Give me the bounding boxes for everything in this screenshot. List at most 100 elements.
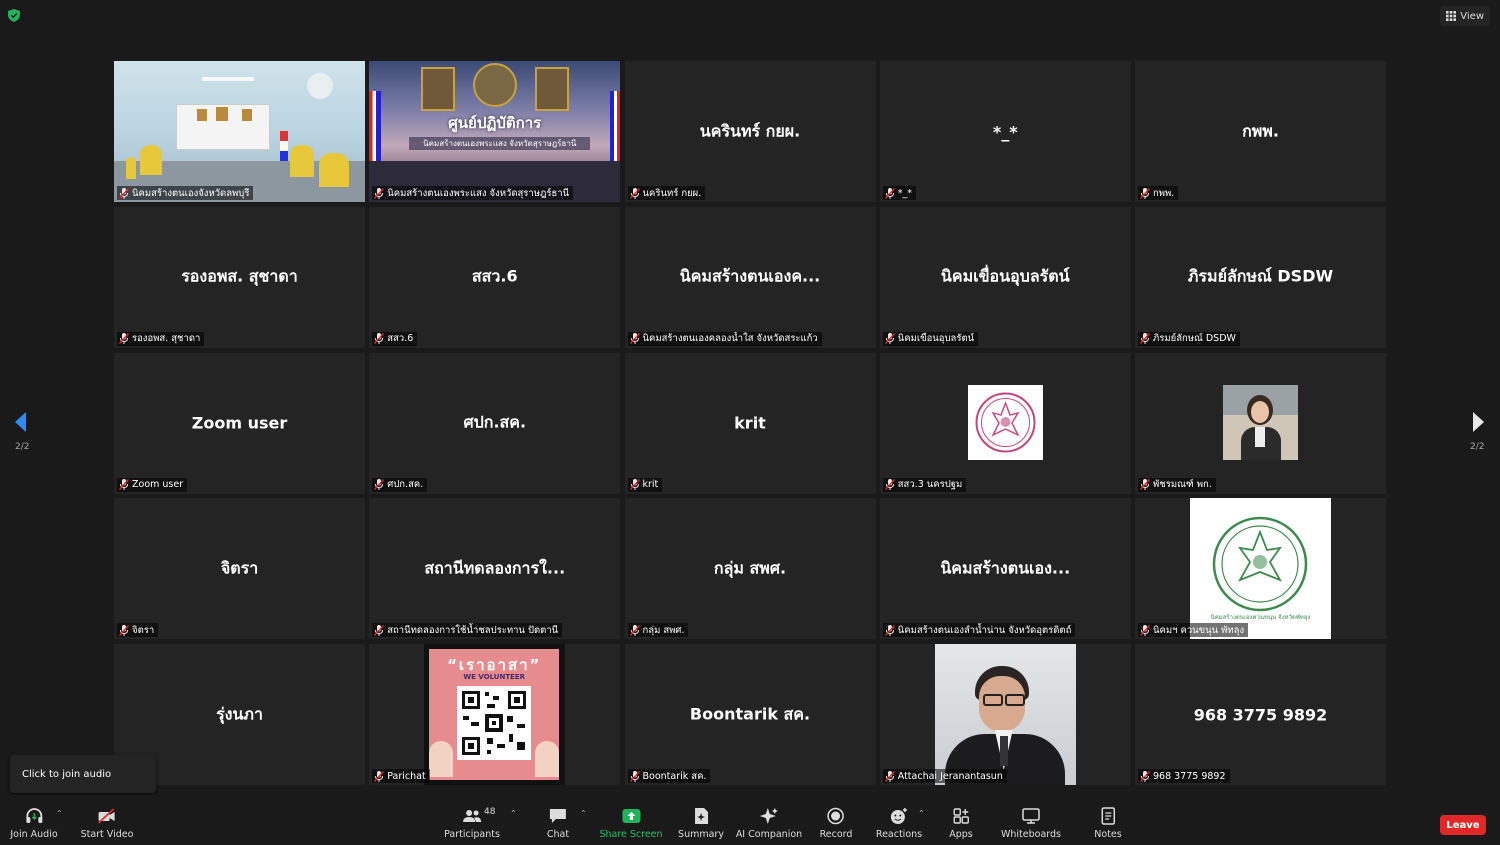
participants-count-badge: 48 [484,807,496,817]
meeting-toolbar: Join Audio ⌃ Start Video Participants 48… [0,795,1500,845]
participant-display-name: Boontarik สค. [689,704,811,723]
participant-tile[interactable]: ศปก.สค. ศปก.สค. [369,352,621,494]
participant-tile[interactable]: Zoom user Zoom user [114,352,365,494]
whiteboard-icon [1022,808,1040,824]
whiteboards-button[interactable]: Whiteboards [1001,807,1061,840]
tooltip-text: Click to join audio [22,768,112,780]
notes-button[interactable]: Notes [1094,807,1122,840]
smiley-face-icon [891,808,907,824]
mic-muted-icon [119,187,129,199]
chat-options-chevron-icon[interactable]: ⌃ [580,809,587,818]
participant-display-name: รุ่งนภา [216,704,263,723]
mic-muted-icon [374,187,385,199]
mic-muted-icon [629,624,640,636]
mic-muted-icon [374,479,385,490]
participant-name-label: รองอพส. สุชาดา [117,331,205,346]
participant-tile[interactable]: พัชรมณฑ์ พก. [1135,352,1386,494]
participant-tile[interactable]: 968 3775 9892 968 3775 9892 [1135,644,1386,785]
mic-muted-icon [1140,479,1150,490]
participant-tile[interactable]: ภิรมย์ลักษณ์ DSDW ภิรมย์ลักษณ์ DSDW [1135,206,1386,348]
page-indicator-right: 2/2 [1470,442,1485,452]
participant-name-label: กลุ่ม สพศ. [627,623,689,638]
participant-avatar-photo [1223,384,1298,460]
settlement-seal-green-icon [1212,517,1308,612]
mic-muted-icon [629,479,640,490]
participant-tile[interactable]: นิคมเขื่อนอุบลรัตน์ นิคมเขื่อนอุบลรัตน์ [879,206,1131,348]
previous-page-arrow-icon[interactable] [13,410,27,434]
participant-tile[interactable]: รองอพส. สุชาดา รองอพส. สุชาดา [114,206,365,348]
participant-tile[interactable]: สสว.3 นครปฐม [879,352,1131,494]
reactions-button[interactable]: Reactions [876,807,922,840]
reactions-options-chevron-icon[interactable]: ⌃ [918,809,925,818]
participant-tile[interactable]: สถานีทดลองการใ... สถานีทดลองการใช้น้ำชลป… [369,498,621,640]
participant-display-name: นิคมเขื่อนอุบลรัตน์ [940,266,1070,286]
participant-name-label: นิคมเขื่อนอุบลรัตน์ [882,331,979,346]
participant-tile[interactable]: Attachai Jeranantasun [879,644,1131,785]
participant-tile[interactable]: กลุ่ม สพศ. กลุ่ม สพศ. [624,498,876,640]
participant-tile[interactable]: สสว.6 สสว.6 [369,206,621,348]
participant-tile[interactable]: นิคมสร้างตนเอง... นิคมสร้างตนเองลำน้ำน่า… [879,498,1131,640]
participant-display-name: รองอพส. สุชาดา [181,266,298,286]
logo-caption: นิคมสร้างตนเองควนขนุน จังหวัดพัทลุง [1210,614,1311,622]
audio-options-chevron-icon[interactable]: ⌃ [56,809,63,818]
participant-name-label: จิตรา [117,623,159,638]
security-shield-icon[interactable] [8,9,20,22]
poster-subtitle: WE VOLUNTEER [463,673,526,681]
participant-display-name: กลุ่ม สพศ. [713,558,787,578]
participant-tile[interactable]: “เราอาสา” WE VOLUNTEER Parichat [369,644,621,785]
mic-muted-icon [884,624,895,636]
summary-button[interactable]: Summary [678,807,724,840]
participant-tile[interactable]: จิตรา จิตรา [114,498,365,640]
participant-name-label: ภิรมย์ลักษณ์ DSDW [1138,331,1240,346]
mic-muted-icon [629,770,640,782]
mic-muted-icon [1140,333,1150,345]
mic-muted-icon [884,479,895,490]
qr-code-icon [457,686,532,760]
participants-options-chevron-icon[interactable]: ⌃ [510,809,517,818]
government-seal-pink-icon [975,392,1036,452]
mic-muted-icon [629,187,640,199]
chat-button[interactable]: Chat [547,807,569,840]
participant-tile[interactable]: กพพ. กพพ. [1135,61,1386,202]
next-page-arrow-icon[interactable] [1472,410,1486,434]
mic-muted-icon [884,333,895,345]
participant-display-name: นิคมสร้างตนเอง... [940,558,1071,578]
participants-icon [463,810,481,822]
participant-display-name: ศปก.สค. [463,412,527,432]
participant-display-name: *_* [992,122,1018,141]
participant-tile[interactable]: นิคมสร้างตนเองจังหวัดลพบุรี [114,61,365,202]
share-screen-button[interactable]: Share Screen [599,807,663,840]
participant-name-label: นิคมสร้างตนเองพระแสง จังหวัดสุราษฎร์ธานี [372,186,574,200]
participant-tile[interactable]: *_* *_* [879,61,1131,202]
participant-display-name: krit [734,413,766,433]
start-video-button[interactable]: Start Video [81,807,133,840]
participant-avatar-logo: นิคมสร้างตนเองควนขนุน จังหวัดพัทลุง [1190,498,1331,640]
participant-name-label: กพพ. [1138,186,1179,200]
video-gallery: นิคมสร้างตนเองจังหวัดลพบุรี ศูนย์ปฏิบัติ… [114,61,1386,785]
participant-name-label: สสว.6 [372,331,418,346]
mic-muted-icon [119,624,129,636]
ai-companion-button[interactable]: AI Companion [736,807,802,840]
participant-tile[interactable]: ศูนย์ปฏิบัติการ นิคมสร้างตนเองพระแสง จัง… [369,61,621,202]
apps-icon [953,808,969,824]
mic-muted-icon [374,333,385,345]
apps-button[interactable]: Apps [949,807,973,840]
participant-tile[interactable]: นิคมสร้างตนเองควนขนุน จังหวัดพัทลุง นิคม… [1135,498,1386,640]
center-sign-subtitle: นิคมสร้างตนเองพระแสง จังหวัดสุราษฎร์ธานี [409,137,591,150]
leave-meeting-button[interactable]: Leave [1440,815,1486,835]
participant-name-label: สสว.3 นครปฐม [882,477,967,492]
participant-display-name: จิตรา [220,558,259,578]
participant-tile[interactable]: krit krit [624,352,876,494]
participant-name-label: นิคมฯ ควนขนุน พัทลุง [1138,623,1249,638]
page-indicator-left: 2/2 [15,442,30,452]
join-audio-button[interactable]: Join Audio [10,807,58,840]
participant-tile[interactable]: นิคมสร้างตนเองค... นิคมสร้างตนเองคลองน้ำ… [624,206,876,348]
participant-tile[interactable]: Boontarik สค. Boontarik สค. [624,644,876,785]
view-button[interactable]: View [1440,6,1490,26]
participant-display-name: ภิรมย์ลักษณ์ DSDW [1187,266,1334,286]
video-camera-off-icon [98,808,115,824]
record-button[interactable]: Record [820,807,852,840]
mic-muted-icon [1140,624,1150,636]
participant-tile[interactable]: นครินทร์ กยผ. นครินทร์ กยผ. [624,61,876,202]
participant-display-name: Zoom user [191,413,288,433]
